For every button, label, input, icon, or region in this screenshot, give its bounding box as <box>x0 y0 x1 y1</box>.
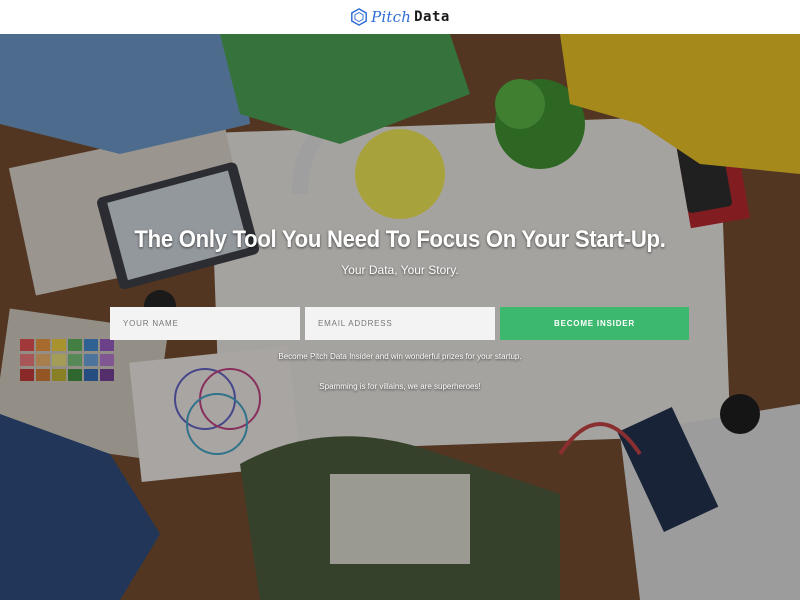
hero-subheadline: Your Data, Your Story. <box>341 263 459 277</box>
brand-name-pitch: Pitch <box>371 8 412 26</box>
email-input[interactable] <box>305 307 495 340</box>
top-bar: Pitch Data <box>0 0 800 34</box>
brand-name-data: Data <box>414 9 450 25</box>
become-insider-button[interactable]: BECOME INSIDER <box>500 307 689 340</box>
spam-note: Spamming is for villains, we are superhe… <box>319 382 481 391</box>
hexagon-logo-icon <box>351 8 368 26</box>
brand-logo[interactable]: Pitch Data <box>350 8 450 26</box>
prize-note: Become Pitch Data Insider and win wonder… <box>278 352 522 361</box>
name-input[interactable] <box>110 307 300 340</box>
hero-headline: The Only Tool You Need To Focus On Your … <box>134 226 666 253</box>
hero-content: The Only Tool You Need To Focus On Your … <box>0 34 800 600</box>
signup-form: BECOME INSIDER <box>110 307 690 340</box>
